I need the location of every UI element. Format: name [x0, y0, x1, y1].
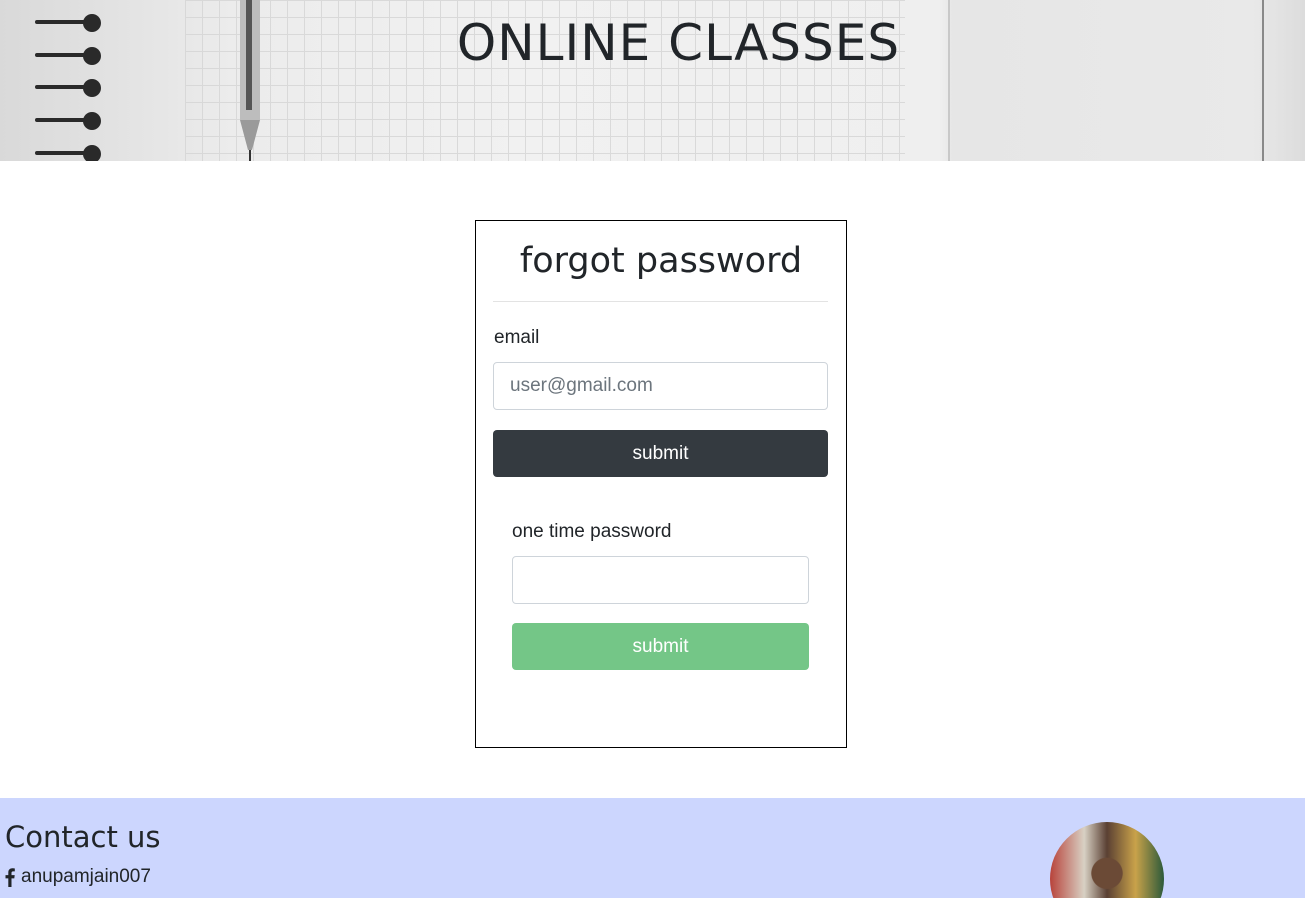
contact-title: Contact us	[5, 820, 161, 854]
footer: Contact us anupamjain007	[0, 798, 1305, 898]
header-banner: ONLINE CLASSES	[0, 0, 1305, 161]
divider	[493, 301, 828, 302]
email-submit-button[interactable]: submit	[493, 430, 828, 477]
site-title: ONLINE CLASSES	[456, 14, 901, 72]
facebook-link[interactable]: anupamjain007	[5, 866, 151, 888]
otp-label: one time password	[512, 521, 672, 542]
avatar	[1050, 822, 1164, 898]
email-input[interactable]: user@gmail.com	[493, 362, 828, 410]
email-label: email	[494, 327, 540, 348]
facebook-handle: anupamjain007	[21, 866, 151, 887]
otp-input[interactable]	[512, 556, 809, 604]
facebook-icon	[5, 867, 15, 887]
otp-submit-button[interactable]: submit	[512, 623, 809, 670]
email-placeholder: user@gmail.com	[510, 375, 653, 396]
forgot-password-card: forgot password email user@gmail.com sub…	[475, 220, 847, 748]
card-title: forgot password	[519, 241, 803, 281]
